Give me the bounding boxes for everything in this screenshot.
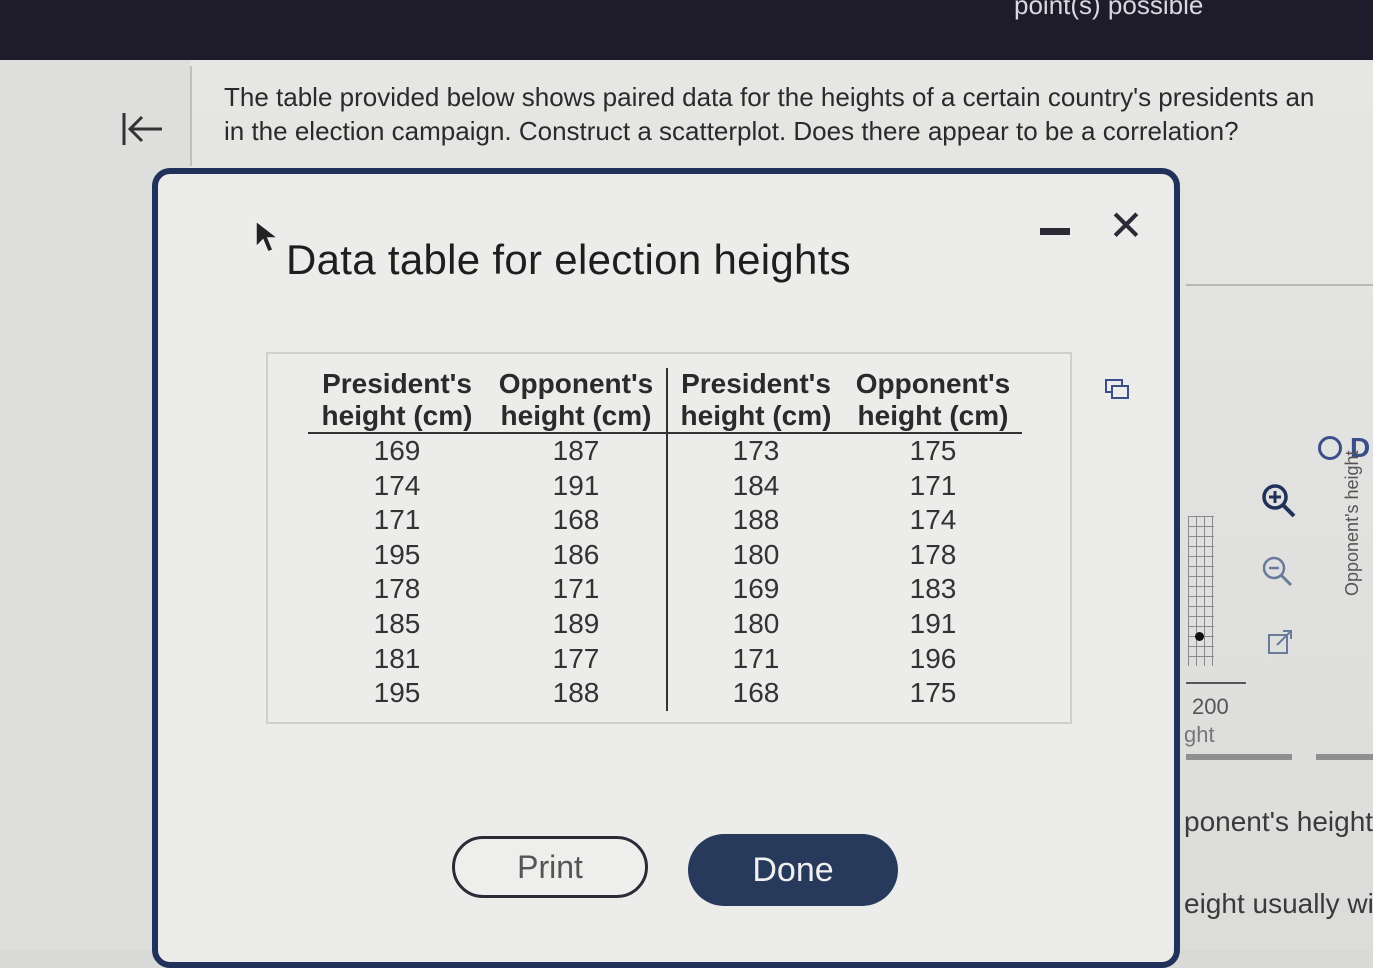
table-cell: 171	[373, 504, 421, 536]
question-line-1: The table provided below shows paired da…	[224, 82, 1315, 112]
table-cell: 186	[486, 537, 668, 573]
x-axis-arrow	[1186, 682, 1246, 684]
answer-radio-option[interactable]	[1318, 436, 1342, 460]
table-cell: 171	[486, 572, 668, 607]
minimize-button[interactable]	[1038, 224, 1072, 238]
table-row: 195 188 168 175	[308, 676, 1022, 711]
table-cell: 171	[909, 469, 957, 501]
column-header: Opponent's height (cm)	[844, 368, 1022, 434]
table-cell: 168	[732, 677, 780, 709]
table-cell: 188	[486, 676, 668, 711]
divider	[1186, 284, 1373, 286]
question-text: The table provided below shows paired da…	[224, 80, 1373, 148]
table-cell: 168	[486, 503, 668, 538]
table-cell: 185	[373, 607, 421, 639]
x-tick-label: 200	[1192, 694, 1229, 719]
election-heights-table: President's height (cm) Opponent's height …	[308, 368, 1022, 711]
column-header: President's height (cm)	[308, 368, 486, 434]
copy-icon[interactable]	[1104, 378, 1130, 400]
table-frame: President's height (cm) Opponent's height …	[266, 352, 1129, 724]
table-header-row: President's height (cm) Opponent's height …	[308, 368, 1022, 434]
table-cell: 171	[732, 642, 780, 674]
x-axis-label-fragment: ght	[1184, 722, 1215, 747]
table-cell: 189	[486, 606, 668, 642]
column-header: President's height (cm)	[667, 368, 844, 434]
table-row: 181 177 171 196	[308, 641, 1022, 677]
table-cell: 195	[373, 538, 421, 570]
table-cell: 177	[486, 641, 668, 677]
table-cell: 188	[732, 504, 780, 536]
graph-grid[interactable]	[1188, 516, 1214, 666]
table-cell: 187	[486, 433, 668, 469]
table-cell: 178	[373, 573, 421, 605]
table-row: 171 168 188 174	[308, 503, 1022, 538]
zoom-out-icon[interactable]	[1260, 554, 1294, 588]
table-cell: 169	[373, 435, 421, 466]
table-row: 169 187 173 175	[308, 433, 1022, 469]
table-cell: 180	[732, 538, 780, 570]
question-line-2: in the election campaign. Construct a sc…	[224, 116, 1239, 146]
points-possible-text: point(s) possible	[1014, 0, 1204, 20]
close-button[interactable]: ✕	[1106, 205, 1146, 247]
table-row: 174 191 184 171	[308, 468, 1022, 504]
table-cell: 175	[909, 435, 957, 466]
external-link-icon[interactable]	[1266, 628, 1294, 656]
table-cell: 174	[909, 504, 957, 536]
pane-divider	[190, 66, 192, 166]
collapse-left-icon[interactable]	[118, 105, 166, 153]
mouse-pointer-icon	[254, 219, 284, 255]
table-cell: 184	[732, 469, 780, 501]
print-button[interactable]: Print	[452, 836, 648, 898]
table-cell: 183	[909, 573, 957, 605]
table-cell: 175	[909, 677, 957, 709]
table-cell: 191	[909, 607, 957, 639]
column-header: Opponent's height (cm)	[486, 368, 668, 434]
table-cell: 173	[732, 435, 780, 466]
dialog-title: Data table for election heights	[286, 236, 851, 283]
data-table-dialog: Data table for election heights ✕ Presid…	[152, 168, 1180, 968]
table-cell: 174	[373, 469, 421, 501]
table-cell: 196	[909, 642, 957, 674]
y-axis-label: Opponent's height	[1342, 450, 1362, 596]
table-row: 178 171 169 183	[308, 572, 1022, 607]
done-button[interactable]: Done	[688, 834, 898, 906]
plotted-point[interactable]	[1195, 632, 1204, 641]
table-cell: 181	[373, 642, 421, 674]
table-cell: 169	[732, 573, 780, 605]
table-cell: 191	[486, 468, 668, 504]
table-cell: 178	[909, 538, 957, 570]
divider	[1316, 754, 1373, 760]
background-graph-panel: 200 ght D Opponent's height ponent's hei…	[1180, 284, 1373, 950]
divider	[1186, 754, 1292, 760]
minimize-icon	[1040, 227, 1070, 235]
table-cell: 195	[373, 677, 421, 709]
table-row: 185 189 180 191	[308, 606, 1022, 642]
top-bar: point(s) possible	[0, 0, 1373, 60]
zoom-in-icon[interactable]	[1260, 482, 1298, 520]
answer-text-fragment: ponent's height'	[1184, 806, 1373, 837]
table-row: 195 186 180 178	[308, 537, 1022, 573]
answer-text-fragment: eight usually wi	[1184, 888, 1373, 919]
table-cell: 180	[732, 607, 780, 639]
